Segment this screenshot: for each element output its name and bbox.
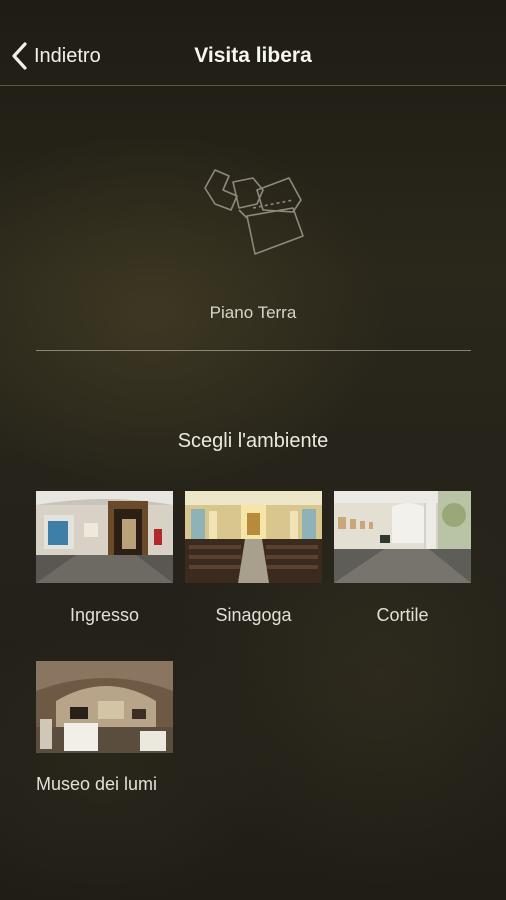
room-thumbnail xyxy=(185,491,322,583)
room-card-sinagoga[interactable]: Sinagoga xyxy=(185,491,322,626)
room-label: Sinagoga xyxy=(215,605,292,625)
page-title: Visita libera xyxy=(194,44,312,67)
room-card-museo-dei-lumi[interactable]: Museo dei lumi xyxy=(36,661,173,795)
room-label: Cortile xyxy=(376,605,429,625)
room-thumbnail xyxy=(36,661,173,753)
section-title: Scegli l'ambiente xyxy=(177,430,329,452)
room-card-ingresso[interactable]: Ingresso xyxy=(36,491,173,626)
top-navigation-bar: Indietro Visita libera xyxy=(0,0,506,86)
floor-label: Piano Terra xyxy=(209,303,297,322)
floor-plan-icon xyxy=(204,169,304,255)
room-thumbnail xyxy=(36,491,173,583)
room-thumbnail xyxy=(334,491,471,583)
room-label: Ingresso xyxy=(69,605,140,625)
room-label: Museo dei lumi xyxy=(36,774,158,794)
divider xyxy=(36,350,471,351)
floor-item-piano-terra[interactable]: Piano Terra xyxy=(0,160,506,323)
room-card-cortile[interactable]: Cortile xyxy=(334,491,471,626)
